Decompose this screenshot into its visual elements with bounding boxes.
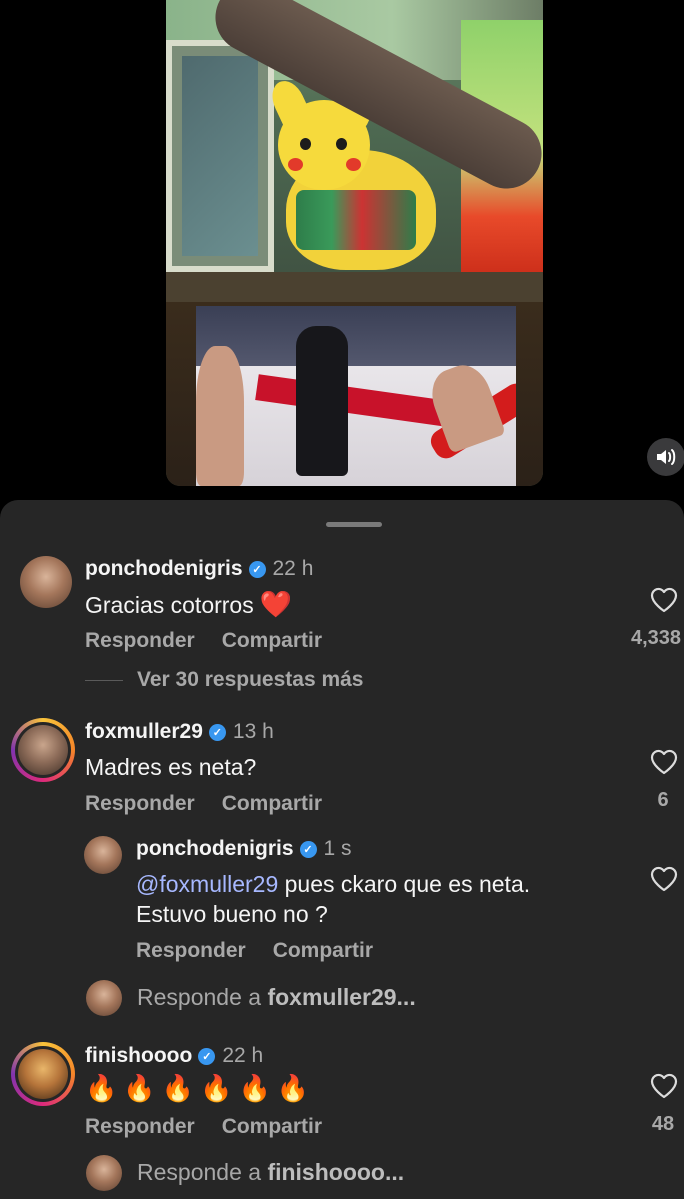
view-replies-link[interactable]: Ver 30 respuestas más [85,668,364,692]
video-frame[interactable] [166,0,543,486]
heart-outline-icon[interactable] [649,748,679,776]
comment-username[interactable]: finishoooo [85,1044,192,1068]
comment-username[interactable]: foxmuller29 [85,720,203,744]
heart-emoji: ❤️ [259,589,293,619]
avatar[interactable] [11,718,75,782]
comment-username[interactable]: ponchodenigris [85,557,243,581]
verified-badge-icon: ✓ [299,840,317,858]
speaker-icon [657,449,676,465]
boxing-ring-inset [196,306,516,486]
heart-outline-icon[interactable] [649,865,679,893]
reply-time: 1 s [323,837,352,860]
like-count: 48 [651,1113,675,1135]
drag-handle[interactable] [326,522,382,527]
comment-time: 13 h [232,720,274,743]
sound-toggle-button[interactable] [647,438,684,476]
avatar[interactable] [11,1042,75,1106]
reply-input-prompt[interactable]: Responde a finishoooo... [137,1159,404,1186]
comment-time: 22 h [272,557,314,580]
verified-badge-icon: ✓ [208,723,226,741]
reply-button[interactable]: Responder [85,629,195,653]
video-scene-room [166,0,543,302]
video-scene-ring [166,302,543,486]
comment-text: Gracias cotorros ❤️ [85,589,293,619]
share-button[interactable]: Compartir [222,792,322,816]
reply-button[interactable]: Responder [85,792,195,816]
heart-outline-icon[interactable] [649,586,679,614]
replies-divider [85,679,123,681]
own-avatar [86,980,122,1016]
share-button[interactable]: Compartir [273,939,373,963]
heart-outline-icon[interactable] [649,1072,679,1100]
avatar[interactable] [84,836,122,874]
mention-link[interactable]: @foxmuller29 [136,871,278,897]
reply-button[interactable]: Responder [136,939,246,963]
comment-time: 22 h [222,1044,264,1067]
video-player[interactable] [0,0,684,500]
reply-input-prompt[interactable]: Responde a foxmuller29... [137,984,416,1011]
reply-text: @foxmuller29 pues ckaro que es neta. Est… [136,871,531,927]
comment-text: Madres es neta? [85,754,257,780]
like-count: 6 [657,789,669,811]
share-button[interactable]: Compartir [222,629,322,653]
share-button[interactable]: Compartir [222,1115,322,1139]
comments-sheet: ponchodenigris ✓ 22 h Gracias cotorros ❤️… [0,500,684,1199]
own-avatar [86,1155,122,1191]
picture-frame [166,40,274,272]
avatar[interactable] [20,556,72,608]
verified-badge-icon: ✓ [198,1047,216,1065]
comment-text: 🔥🔥🔥🔥🔥🔥 [85,1073,316,1103]
like-count: 4,338 [631,627,682,649]
verified-badge-icon: ✓ [248,560,266,578]
reply-username[interactable]: ponchodenigris [136,837,294,861]
reply-button[interactable]: Responder [85,1115,195,1139]
